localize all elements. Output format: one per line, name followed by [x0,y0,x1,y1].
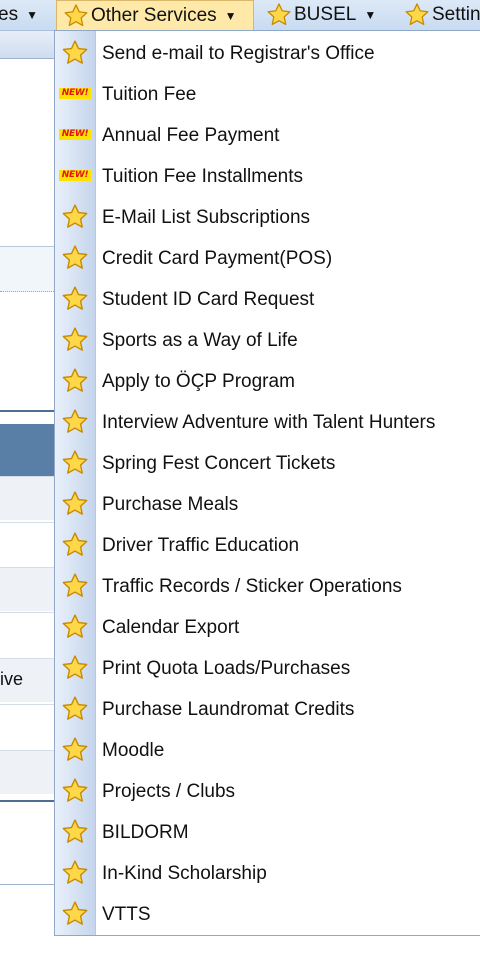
menu-item-e-mail-list-subscriptions[interactable]: E-Mail List Subscriptions [55,197,480,238]
background-divider [0,800,56,802]
menu-item-label: Projects / Clubs [102,780,236,802]
star-icon [62,40,88,64]
menu-item-purchase-laundromat-credits[interactable]: Purchase Laundromat Credits [55,689,480,730]
star-icon [62,655,88,679]
menu-item-label: Annual Fee Payment [102,124,280,146]
caret-down-icon: ▼ [26,8,38,22]
star-icon [62,614,88,638]
menu-item-driver-traffic-education[interactable]: Driver Traffic Education [55,525,480,566]
menu-item-send-e-mail-to-registrar-s-office[interactable]: Send e-mail to Registrar's Office [55,33,480,74]
star-icon [62,245,88,269]
menu-item-other-services[interactable]: Other Services ▼ [56,0,254,30]
menu-item-label: E-Mail List Subscriptions [102,206,311,228]
menu-item-label: Calendar Export [102,616,240,638]
menu-item-credit-card-payment-pos[interactable]: Credit Card Payment(POS) [55,238,480,279]
menu-item-interview-adventure-with-talent-hunters[interactable]: Interview Adventure with Talent Hunters [55,402,480,443]
star-icon [62,901,88,925]
background-table-row [0,476,56,520]
new-icon: NEW! [59,88,91,99]
menu-item-label: BILDORM [102,821,189,843]
star-icon [405,3,429,26]
top-menu-bar: es ▼ Other Services ▼ BUSEL ▼ Settin [0,0,480,31]
caret-down-icon: ▼ [364,8,377,22]
background-partial-text: ive [0,669,24,689]
star-icon [62,819,88,843]
menu-item-print-quota-loads-purchases[interactable]: Print Quota Loads/Purchases [55,648,480,689]
menu-item-spring-fest-concert-tickets[interactable]: Spring Fest Concert Tickets [55,443,480,484]
menu-item-label: Spring Fest Concert Tickets [102,452,336,474]
star-icon [62,450,88,474]
menu-item-label: Purchase Laundromat Credits [102,698,355,720]
star-icon [62,368,88,392]
menu-item-label: Tuition Fee [102,83,197,105]
new-icon: NEW! [59,129,91,140]
menu-item-label: Apply to ÖÇP Program [102,370,295,392]
menu-item-in-kind-scholarship[interactable]: In-Kind Scholarship [55,853,480,894]
background-highlight-row [0,246,56,292]
other-services-dropdown: Send e-mail to Registrar's Office NEW! Tui… [54,30,480,936]
background-table-row [0,567,56,611]
menu-item-label: BUSEL [294,4,357,25]
star-icon [62,532,88,556]
menu-item-busel[interactable]: BUSEL ▼ [266,0,376,30]
star-icon [62,778,88,802]
menu-item-label: Credit Card Payment(POS) [102,247,333,269]
menu-item-student-id-card-request[interactable]: Student ID Card Request [55,279,480,320]
menu-item-label: Send e-mail to Registrar's Office [102,42,375,64]
star-icon [64,3,88,26]
new-icon: NEW! [59,170,91,181]
menu-item-traffic-records-sticker-operations[interactable]: Traffic Records / Sticker Operations [55,566,480,607]
menu-item-moodle[interactable]: Moodle [55,730,480,771]
menu-item-vtts[interactable]: VTTS [55,894,480,935]
background-table-row [0,750,56,794]
menu-item-label: Interview Adventure with Talent Hunters [102,411,436,433]
menu-item-label: Purchase Meals [102,493,239,515]
star-icon [62,204,88,228]
background-divider [0,410,56,412]
star-icon [62,696,88,720]
menu-item-label: Other Services [91,4,217,26]
menu-item-label: Student ID Card Request [102,288,315,310]
menu-item-services[interactable]: es ▼ [0,0,38,30]
star-icon [62,327,88,351]
background-header-bar [0,30,56,58]
menu-item-projects-clubs[interactable]: Projects / Clubs [55,771,480,812]
menu-item-settings[interactable]: Settin [404,0,480,30]
background-table-row [0,522,56,566]
menu-item-tuition-fee[interactable]: NEW! Tuition Fee [55,74,480,115]
star-icon [62,737,88,761]
menu-item-label: Tuition Fee Installments [102,165,303,187]
star-icon [267,3,291,26]
menu-item-sports-as-a-way-of-life[interactable]: Sports as a Way of Life [55,320,480,361]
menu-item-apply-to-p-program[interactable]: Apply to ÖÇP Program [55,361,480,402]
menu-item-calendar-export[interactable]: Calendar Export [55,607,480,648]
menu-item-label: Sports as a Way of Life [102,329,298,351]
menu-item-bildorm[interactable]: BILDORM [55,812,480,853]
menu-item-label: VTTS [102,903,151,925]
menu-item-label: Driver Traffic Education [102,534,300,556]
background-table-header [0,424,56,476]
background-table-row [0,612,56,656]
background-table-row [0,704,56,748]
menu-item-annual-fee-payment[interactable]: NEW! Annual Fee Payment [55,115,480,156]
menu-item-label: Moodle [102,739,165,761]
star-icon [62,286,88,310]
background-divider [0,884,56,885]
menu-item-label: Settin [432,4,480,25]
menu-item-tuition-fee-installments[interactable]: NEW! Tuition Fee Installments [55,156,480,197]
caret-down-icon: ▼ [224,8,237,23]
background-panel [0,58,56,246]
menu-item-label: Print Quota Loads/Purchases [102,657,351,679]
star-icon [62,491,88,515]
menu-item-label: Traffic Records / Sticker Operations [102,575,402,597]
star-icon [62,860,88,884]
star-icon [62,573,88,597]
star-icon [62,409,88,433]
menu-item-label: In-Kind Scholarship [102,862,267,884]
menu-item-label: es [0,4,19,25]
menu-item-purchase-meals[interactable]: Purchase Meals [55,484,480,525]
